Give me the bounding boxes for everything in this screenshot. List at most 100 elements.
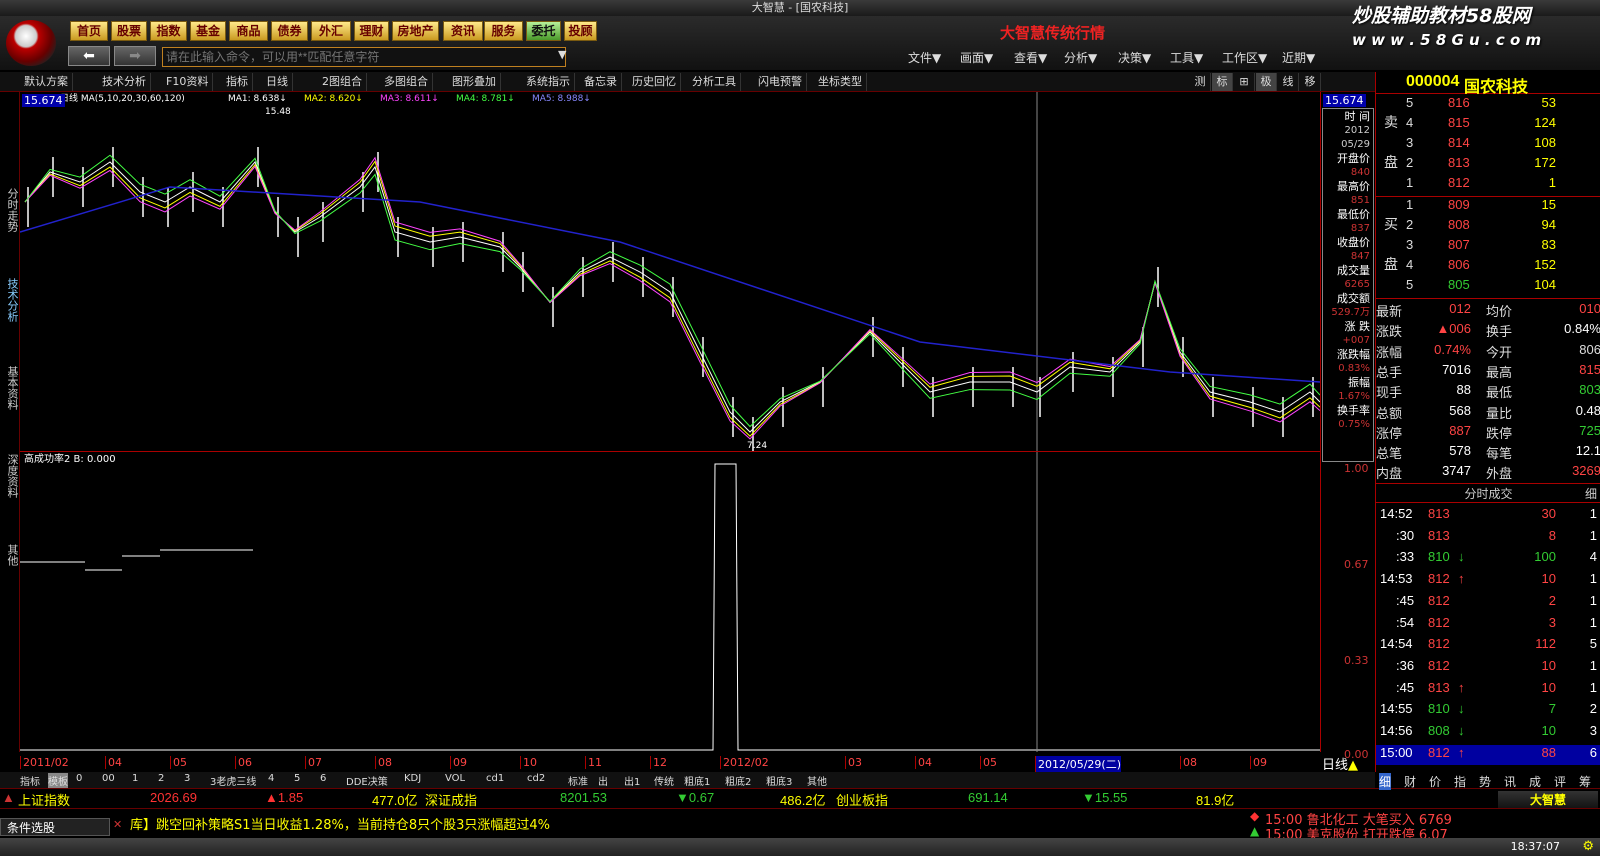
nav-button-11[interactable]: 委托 (526, 21, 561, 41)
tick-row[interactable]: 14:53 812 ↑ 10 1 (1376, 571, 1600, 591)
tick-row[interactable]: :45 812 2 1 (1376, 593, 1600, 613)
ask-row[interactable]: 1 812 1 (1376, 175, 1600, 195)
tick-row[interactable]: :45 813 ↑ 10 1 (1376, 680, 1600, 700)
indicator-tab-18[interactable]: 出1 (624, 773, 640, 788)
toolbar-item-8[interactable]: 系统指示 (522, 73, 575, 91)
tick-row[interactable]: 14:54 812 112 5 (1376, 636, 1600, 656)
indicator-tab-22[interactable]: 粗底3 (766, 773, 792, 788)
ask-row[interactable]: 3 814 108 (1376, 135, 1600, 155)
side-tab-0[interactable]: 分时走势 (2, 188, 19, 232)
bid-row[interactable]: 4 806 152 (1376, 257, 1600, 277)
ticks-detail-tab[interactable]: 细 (1585, 484, 1597, 504)
indicator-tab-19[interactable]: 传统 (654, 773, 674, 788)
indicator-tab-5[interactable]: 2 (158, 773, 164, 784)
toolbar-right-1[interactable]: 标 (1212, 73, 1233, 91)
tick-row[interactable]: :54 812 3 1 (1376, 615, 1600, 635)
right-tab-0[interactable]: 细 (1379, 773, 1392, 790)
kline-chart[interactable]: 日线 MA(5,10,20,30,60,120) MA1: 8.638↓ MA2: … (20, 92, 1320, 452)
toolbar-item-9[interactable]: 备忘录 (580, 73, 622, 91)
app-logo-icon[interactable] (6, 20, 56, 66)
nav-button-8[interactable]: 房地产 (392, 21, 439, 41)
menu-3[interactable]: 分析▼ (1064, 49, 1097, 66)
nav-button-5[interactable]: 债券 (271, 21, 308, 41)
right-tab-7[interactable]: 评 (1554, 773, 1566, 790)
toolbar-item-7[interactable]: 图形叠加 (448, 73, 501, 91)
sh-name[interactable]: 上证指数 (18, 790, 70, 809)
toolbar-right-3[interactable]: 极 (1256, 73, 1277, 91)
side-tab-1[interactable]: 技术分析 (2, 278, 19, 322)
ask-row[interactable]: 5 816 53 (1376, 95, 1600, 115)
nav-button-7[interactable]: 理财 (354, 21, 389, 41)
toolbar-item-3[interactable]: 指标 (222, 73, 253, 91)
nav-button-1[interactable]: 股票 (111, 21, 147, 41)
right-tab-3[interactable]: 指 (1454, 773, 1466, 790)
indicator-tab-9[interactable]: 5 (294, 773, 300, 784)
menu-5[interactable]: 工具▼ (1170, 49, 1203, 66)
bid-row[interactable]: 5 805 104 (1376, 277, 1600, 297)
tick-row[interactable]: :36 812 10 1 (1376, 658, 1600, 678)
right-tab-6[interactable]: 成 (1529, 773, 1541, 790)
indicator-tab-4[interactable]: 1 (132, 773, 138, 784)
menu-7[interactable]: 近期▼ (1282, 49, 1315, 66)
right-tab-5[interactable]: 讯 (1504, 773, 1516, 790)
back-button[interactable]: ⬅ (68, 46, 110, 66)
right-tab-2[interactable]: 价 (1429, 773, 1441, 790)
indicator-tab-11[interactable]: DDE决策 (346, 773, 388, 788)
toolbar-item-12[interactable]: 闪电预警 (754, 73, 807, 91)
toolbar-right-5[interactable]: 移 (1300, 73, 1321, 91)
nav-button-4[interactable]: 商品 (229, 21, 268, 41)
indicator-tab-12[interactable]: KDJ (404, 773, 421, 784)
tick-row[interactable]: :33 810 ↓ 100 4 (1376, 549, 1600, 569)
tick-row[interactable]: 14:55 810 ↓ 7 2 (1376, 701, 1600, 721)
indicator-tab-1[interactable]: 模板 (48, 773, 68, 788)
indicator-tab-21[interactable]: 粗底2 (725, 773, 751, 788)
toolbar-item-6[interactable]: 多图组合 (380, 73, 433, 91)
toolbar-item-1[interactable]: 技术分析 (98, 73, 151, 91)
toolbar-right-0[interactable]: 测 (1190, 73, 1211, 91)
toolbar-item-5[interactable]: 2图组合 (318, 73, 367, 91)
right-tab-4[interactable]: 势 (1479, 773, 1491, 790)
toolbar-item-13[interactable]: 坐标类型 (814, 73, 867, 91)
bid-row[interactable]: 2 808 94 (1376, 217, 1600, 237)
indicator-tab-0[interactable]: 指标 (20, 773, 40, 788)
toolbar-item-11[interactable]: 分析工具 (688, 73, 741, 91)
indicator-tab-13[interactable]: VOL (445, 773, 465, 784)
indicator-tab-6[interactable]: 3 (184, 773, 190, 784)
indicator-tab-3[interactable]: 00 (102, 773, 115, 784)
indicator-tab-16[interactable]: 标准 (568, 773, 588, 788)
nav-button-2[interactable]: 指数 (150, 21, 187, 41)
ticker-close-icon[interactable]: ✕ (113, 818, 122, 831)
tick-row[interactable]: 14:56 808 ↓ 10 3 (1376, 723, 1600, 743)
settings-gear-icon[interactable]: ⚙ (1582, 839, 1594, 854)
tick-row[interactable]: 14:52 813 30 1 (1376, 506, 1600, 526)
indicator-tab-8[interactable]: 4 (268, 773, 274, 784)
nav-button-12[interactable]: 投顾 (564, 21, 597, 41)
ask-row[interactable]: 4 815 124 (1376, 115, 1600, 135)
nav-button-0[interactable]: 首页 (70, 21, 108, 41)
toolbar-right-2[interactable]: ⊞ (1234, 73, 1255, 91)
nav-button-6[interactable]: 外汇 (311, 21, 351, 41)
indicator-tab-10[interactable]: 6 (320, 773, 326, 784)
tick-row[interactable]: 15:00 812 ↑ 88 6 (1376, 744, 1600, 765)
side-tab-3[interactable]: 深度资料 (2, 454, 19, 498)
ask-row[interactable]: 2 813 172 (1376, 155, 1600, 175)
indicator-tab-20[interactable]: 粗底1 (684, 773, 710, 788)
nav-button-9[interactable]: 资讯 (443, 21, 483, 41)
side-tab-2[interactable]: 基本资料 (2, 366, 19, 410)
app-brand-badge[interactable]: 大智慧 (1498, 791, 1598, 809)
cy-name[interactable]: 创业板指 (836, 790, 888, 809)
toolbar-right-4[interactable]: 线 (1278, 73, 1299, 91)
indicator-tab-17[interactable]: 出 (598, 773, 608, 788)
toolbar-item-0[interactable]: 默认方案 (20, 73, 73, 91)
menu-6[interactable]: 工作区▼ (1222, 49, 1267, 66)
menu-4[interactable]: 决策▼ (1118, 49, 1151, 66)
side-tab-4[interactable]: 其他 (2, 544, 19, 566)
condition-select-button[interactable]: 条件选股 (0, 818, 110, 836)
sz-name[interactable]: 深证成指 (425, 790, 477, 809)
indicator-tab-14[interactable]: cd1 (486, 773, 504, 784)
nav-button-3[interactable]: 基金 (190, 21, 226, 41)
forward-button[interactable]: ➡ (114, 46, 156, 66)
indicator-tab-15[interactable]: cd2 (527, 773, 545, 784)
right-tab-8[interactable]: 筹 (1579, 773, 1591, 790)
indicator-tab-7[interactable]: 3老虎三线 (210, 773, 256, 788)
